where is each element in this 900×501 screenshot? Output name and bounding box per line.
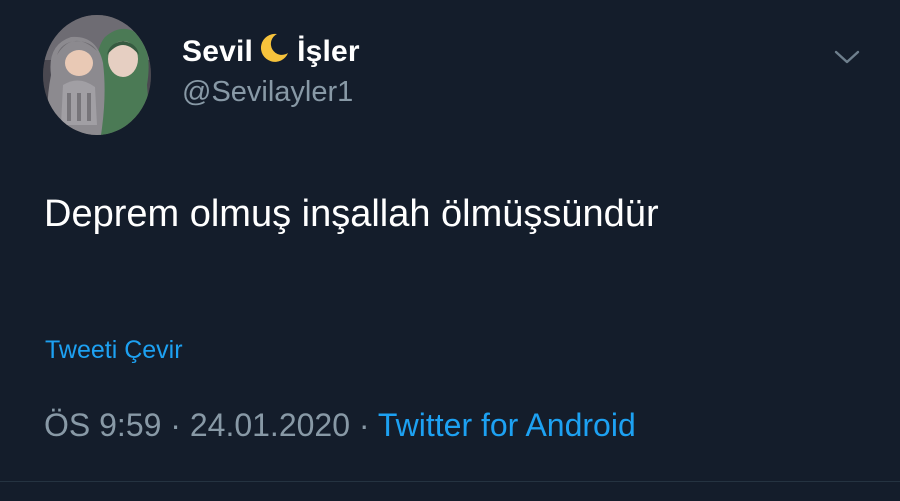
meta-separator: · — [358, 407, 370, 443]
tweet-detail: Sevil İşler @Sevilayler1 Deprem olmuş in… — [0, 0, 900, 501]
crescent-moon-icon — [257, 31, 291, 73]
avatar-photo — [43, 15, 151, 135]
meta-separator: · — [170, 407, 181, 443]
user-handle: @Sevilayler1 — [182, 76, 354, 108]
author-info[interactable]: Sevil İşler @Sevilayler1 — [182, 30, 360, 109]
divider — [0, 481, 900, 482]
display-name-first: Sevil — [182, 35, 254, 68]
translate-tweet-link[interactable]: Tweeti Çevir — [45, 336, 183, 365]
display-name-last: İşler — [297, 35, 360, 68]
tweet-time: ÖS 9:59 — [44, 407, 162, 443]
tweet-text: Deprem olmuş inşallah ölmüşsündür — [44, 193, 659, 235]
tweet-meta: ÖS 9:59 · 24.01.2020 · Twitter for Andro… — [44, 407, 636, 444]
display-name: Sevil İşler — [182, 30, 360, 74]
tweet-date: 24.01.2020 — [189, 407, 350, 443]
avatar[interactable] — [43, 15, 151, 135]
tweet-source-link[interactable]: Twitter for Android — [378, 407, 636, 443]
chevron-down-icon[interactable] — [832, 44, 862, 68]
